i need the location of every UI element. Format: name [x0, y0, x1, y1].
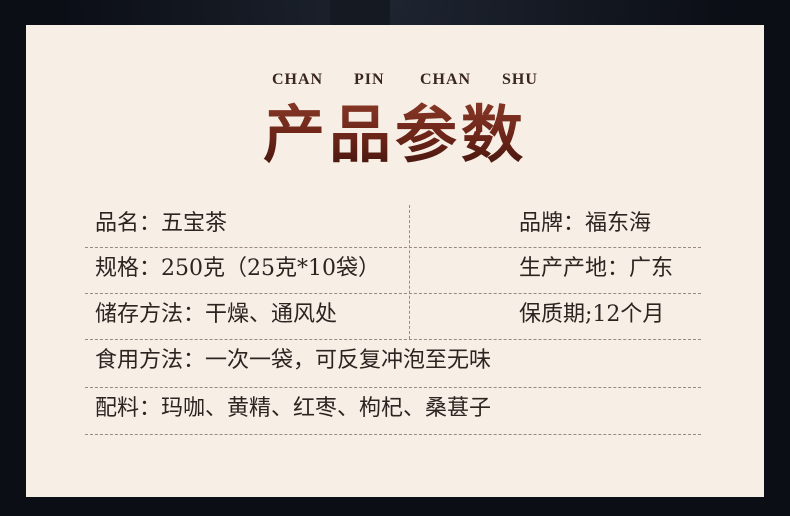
- pinyin-word: CHAN: [420, 71, 472, 88]
- pinyin-subtitle: CHAN PIN CHAN SHU: [26, 71, 764, 93]
- background-accent: [330, 0, 390, 25]
- param-storage: 储存方法：干燥、通风处: [95, 302, 338, 327]
- param-shelf-life: 保质期;12个月: [519, 302, 665, 327]
- pinyin-word: SHU: [502, 71, 538, 88]
- param-usage: 食用方法：一次一袋，可反复冲泡至无味: [95, 348, 492, 373]
- pinyin-word: CHAN: [272, 71, 324, 88]
- row-divider: [85, 434, 701, 435]
- row-divider: [85, 339, 701, 340]
- column-divider: [409, 205, 410, 339]
- row-divider: [85, 247, 701, 248]
- pinyin-word: PIN: [354, 71, 385, 88]
- product-params-card: CHAN PIN CHAN SHU 产品参数 品名：五宝茶 品牌：福东海 规格：…: [26, 25, 764, 497]
- page-title: 产品参数: [26, 97, 764, 173]
- param-name: 品名：五宝茶: [95, 211, 228, 236]
- param-origin: 生产产地：广东: [519, 256, 674, 281]
- params-table: 品名：五宝茶 品牌：福东海 规格：250克（25克*10袋） 生产产地：广东 储…: [85, 205, 701, 455]
- row-divider: [85, 293, 701, 294]
- param-ingredients: 配料：玛咖、黄精、红枣、枸杞、桑葚子: [95, 396, 492, 421]
- row-divider: [85, 387, 701, 388]
- param-brand: 品牌：福东海: [519, 211, 652, 236]
- param-spec: 规格：250克（25克*10袋）: [95, 256, 380, 281]
